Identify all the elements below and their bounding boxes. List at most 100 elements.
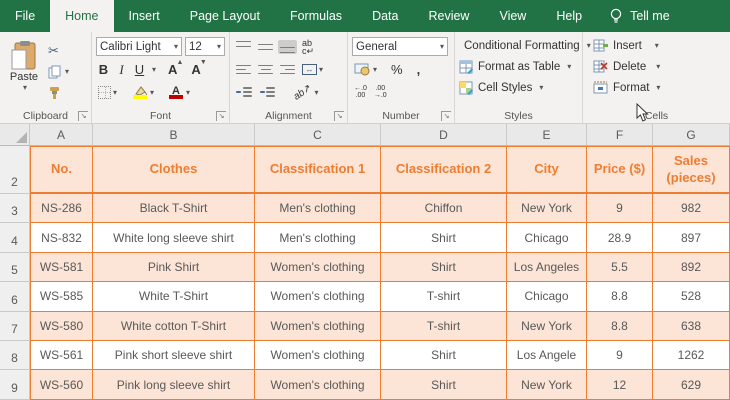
header-cell-price[interactable]: Price ($) (587, 146, 653, 194)
cell-g8[interactable]: 1262 (653, 340, 730, 371)
column-header-d[interactable]: D (381, 124, 507, 146)
tab-page-layout[interactable]: Page Layout (175, 0, 275, 32)
cell-e9[interactable]: New York (507, 370, 587, 400)
align-left-button[interactable] (234, 63, 253, 77)
tab-formulas[interactable]: Formulas (275, 0, 357, 32)
row-header-5[interactable]: 5 (0, 252, 30, 283)
cell-c6[interactable]: Women's clothing (255, 282, 381, 312)
cell-a6[interactable]: WS-585 (30, 282, 93, 312)
conditional-formatting-button[interactable]: = Conditional Formatting▾ (459, 35, 591, 56)
cell-c8[interactable]: Women's clothing (255, 340, 381, 371)
cell-f7[interactable]: 8.8 (587, 311, 653, 341)
cell-b3[interactable]: Black T-Shirt (93, 194, 255, 224)
cell-f6[interactable]: 8.8 (587, 282, 653, 312)
font-dialog-launcher[interactable]: ↘ (216, 111, 226, 121)
cut-button[interactable]: ✂ (48, 42, 69, 59)
cell-a8[interactable]: WS-561 (30, 340, 93, 371)
alignment-dialog-launcher[interactable]: ↘ (334, 111, 344, 121)
delete-cells-button[interactable]: Delete ▾ (593, 56, 726, 77)
cell-b8[interactable]: Pink short sleeve shirt (93, 340, 255, 371)
decrease-decimal-button[interactable]: .00 →.0 (372, 84, 389, 100)
tab-review[interactable]: Review (413, 0, 484, 32)
cell-g5[interactable]: 892 (653, 252, 730, 283)
cell-f4[interactable]: 28.9 (587, 223, 653, 253)
row-header-2[interactable]: 2 (0, 146, 30, 194)
cell-c5[interactable]: Women's clothing (255, 252, 381, 283)
header-cell-city[interactable]: City (507, 146, 587, 194)
cell-e8[interactable]: Los Angele (507, 340, 587, 371)
cell-a7[interactable]: WS-580 (30, 311, 93, 341)
row-header-6[interactable]: 6 (0, 282, 30, 312)
cell-e5[interactable]: Los Angeles (507, 252, 587, 283)
tab-data[interactable]: Data (357, 0, 413, 32)
font-color-button[interactable]: A ▾ (166, 85, 192, 100)
column-header-f[interactable]: F (587, 124, 653, 146)
cell-f3[interactable]: 9 (587, 194, 653, 224)
paste-dropdown-arrow[interactable]: ▾ (23, 83, 27, 92)
cell-a3[interactable]: NS-286 (30, 194, 93, 224)
underline-dropdown-arrow[interactable]: ▾ (152, 65, 156, 74)
cell-b9[interactable]: Pink long sleeve shirt (93, 370, 255, 400)
cell-a5[interactable]: WS-581 (30, 252, 93, 283)
percent-style-button[interactable]: % (391, 62, 403, 77)
cell-f8[interactable]: 9 (587, 340, 653, 371)
tell-me[interactable]: Tell me (597, 0, 682, 32)
cell-d4[interactable]: Shirt (381, 223, 507, 253)
cell-d8[interactable]: Shirt (381, 340, 507, 371)
row-header-4[interactable]: 4 (0, 223, 30, 253)
paste-button[interactable]: Paste ▾ (4, 40, 44, 101)
insert-cells-button[interactable]: Insert ▾ (593, 35, 726, 56)
middle-align-button[interactable] (256, 40, 275, 54)
bold-button[interactable]: B (96, 62, 111, 77)
header-cell-classification-2[interactable]: Classification 2 (381, 146, 507, 194)
format-painter-button[interactable] (48, 84, 69, 101)
row-header-3[interactable]: 3 (0, 194, 30, 224)
cell-d9[interactable]: Shirt (381, 370, 507, 400)
cell-g6[interactable]: 528 (653, 282, 730, 312)
column-header-e[interactable]: E (507, 124, 587, 146)
increase-indent-button[interactable] (257, 85, 277, 99)
column-header-a[interactable]: A (30, 124, 93, 146)
cell-e4[interactable]: Chicago (507, 223, 587, 253)
cell-c7[interactable]: Women's clothing (255, 311, 381, 341)
font-name-combo[interactable]: Calibri Light ▾ (96, 37, 182, 56)
column-header-c[interactable]: C (255, 124, 381, 146)
center-button[interactable] (256, 63, 275, 77)
cell-g4[interactable]: 897 (653, 223, 730, 253)
top-align-button[interactable] (234, 40, 253, 54)
bottom-align-button[interactable] (278, 39, 297, 54)
cell-e7[interactable]: New York (507, 311, 587, 341)
cell-g9[interactable]: 629 (653, 370, 730, 400)
increase-font-size-button[interactable]: A ▲ (168, 59, 183, 77)
cell-c3[interactable]: Men's clothing (255, 194, 381, 224)
column-header-g[interactable]: G (653, 124, 730, 146)
header-cell-no[interactable]: No. (30, 146, 93, 194)
underline-button[interactable]: U (132, 62, 147, 77)
header-cell-sales[interactable]: Sales (pieces) (653, 146, 730, 194)
tab-file[interactable]: File (0, 0, 50, 32)
fill-color-button[interactable]: ▾ (130, 85, 156, 100)
cell-b6[interactable]: White T-Shirt (93, 282, 255, 312)
cell-b7[interactable]: White cotton T-Shirt (93, 311, 255, 341)
cell-d3[interactable]: Chiffon (381, 194, 507, 224)
cell-g7[interactable]: 638 (653, 311, 730, 341)
cell-b5[interactable]: Pink Shirt (93, 252, 255, 283)
wrap-text-button[interactable]: ab c↵ (300, 38, 316, 56)
cell-f5[interactable]: 5.5 (587, 252, 653, 283)
decrease-font-size-button[interactable]: A ▼ (191, 59, 206, 77)
orientation-button[interactable]: ab↗ ▾ (291, 82, 321, 102)
align-right-button[interactable] (278, 63, 297, 77)
tab-home[interactable]: Home (50, 0, 114, 32)
cell-g3[interactable]: 982 (653, 194, 730, 224)
row-header-8[interactable]: 8 (0, 340, 30, 371)
header-cell-classification-1[interactable]: Classification 1 (255, 146, 381, 194)
cell-c4[interactable]: Men's clothing (255, 223, 381, 253)
format-cells-button[interactable]: Format ▾ (593, 77, 726, 98)
font-size-combo[interactable]: 12 ▾ (185, 37, 225, 56)
header-cell-clothes[interactable]: Clothes (93, 146, 255, 194)
decrease-indent-button[interactable] (234, 85, 254, 99)
column-header-b[interactable]: B (93, 124, 255, 146)
accounting-format-button[interactable]: ▾ (352, 62, 379, 77)
merge-center-button[interactable]: ↔ ▾ (300, 63, 325, 76)
increase-decimal-button[interactable]: ←.0 .00 (352, 84, 369, 100)
